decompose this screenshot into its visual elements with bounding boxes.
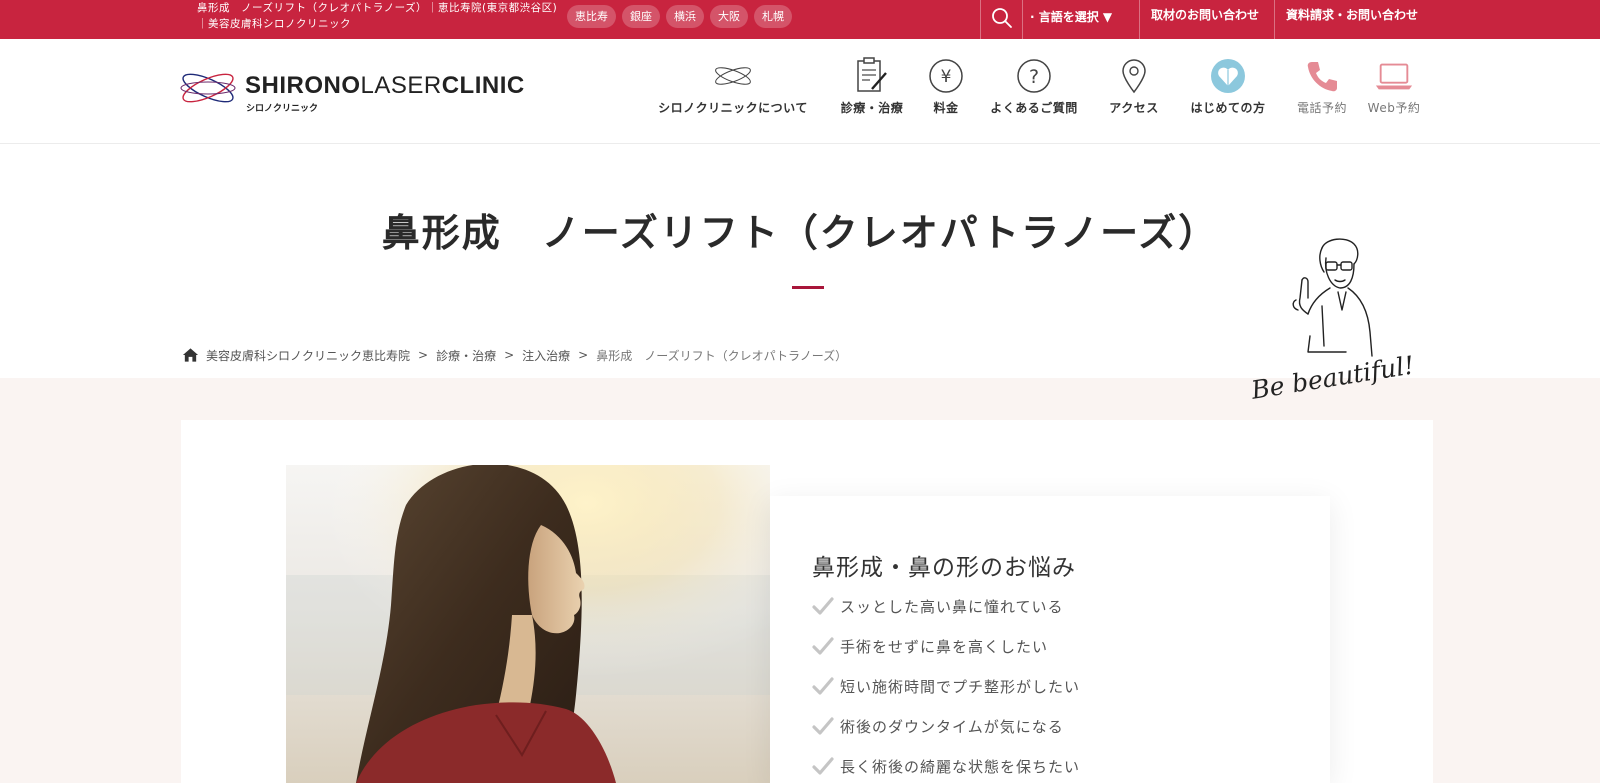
- home-icon[interactable]: [182, 347, 199, 363]
- concerns-title: 鼻形成・鼻の形のお悩み: [812, 555, 1076, 581]
- branch-sapporo[interactable]: 札幌: [754, 5, 792, 28]
- svg-text:?: ?: [1029, 66, 1039, 88]
- doctor-illustration: Be beautiful!: [1250, 238, 1416, 405]
- list-item: 短い施術時間でプチ整形がしたい: [812, 676, 1080, 716]
- check-icon: [812, 717, 834, 735]
- divider: [1022, 0, 1023, 39]
- breadcrumb-separator: >: [578, 348, 589, 362]
- branch-links: 恵比寿 銀座 横浜 大阪 札幌: [567, 5, 792, 28]
- mascot-caption: Be beautiful!: [1250, 350, 1416, 405]
- concerns-panel: 鼻形成・鼻の形のお悩み スッとした高い鼻に憧れている 手術をせずに鼻を高くしたい…: [770, 496, 1330, 783]
- nav-faq[interactable]: ? よくあるご質問: [990, 57, 1078, 119]
- nav-phone-label: 電話予約: [1296, 101, 1347, 115]
- concern-text: 手術をせずに鼻を高くしたい: [840, 638, 1049, 656]
- breadcrumb: 美容皮膚科シロノクリニック恵比寿院 > 診療・治療 > 注入治療 > 鼻形成 ノ…: [182, 346, 847, 364]
- check-icon: [812, 757, 834, 775]
- nav-faq-label: よくあるご質問: [990, 101, 1078, 115]
- concern-text: 短い施術時間でプチ整形がしたい: [840, 678, 1081, 696]
- document-request-link[interactable]: 資料請求・お問い合わせ: [1286, 0, 1418, 30]
- nav-price-label: 料金: [933, 101, 959, 115]
- hero-photo: [286, 465, 770, 783]
- branch-osaka[interactable]: 大阪: [710, 5, 748, 28]
- clinic-symbol-icon: [713, 57, 753, 95]
- svg-text:¥: ¥: [941, 67, 952, 87]
- nav-first-time-label: はじめての方: [1190, 101, 1266, 115]
- title-underline: [792, 286, 824, 289]
- breadcrumb-home[interactable]: 美容皮膚科シロノクリニック恵比寿院: [206, 347, 410, 364]
- divider: [980, 0, 981, 39]
- clipboard-pen-icon: [852, 57, 892, 95]
- press-inquiry-link[interactable]: 取材のお問い合わせ: [1151, 0, 1259, 30]
- nav-web-reservation[interactable]: Web予約: [1366, 57, 1422, 119]
- divider: [1274, 0, 1275, 39]
- nav-about-label: シロノクリニックについて: [658, 101, 808, 115]
- check-icon: [812, 597, 834, 615]
- clinic-symbol-icon: [180, 73, 236, 103]
- nav-price[interactable]: ¥ 料金: [926, 57, 966, 119]
- breadcrumb-current: 鼻形成 ノーズリフト（クレオパトラノーズ）: [596, 348, 848, 363]
- concern-text: 術後のダウンタイムが気になる: [840, 718, 1064, 736]
- list-item: 長く術後の綺麗な状態を保ちたい: [812, 756, 1080, 783]
- nav-access[interactable]: アクセス: [1106, 57, 1162, 119]
- nav-first-time[interactable]: はじめての方: [1188, 57, 1268, 119]
- clinic-logo[interactable]: SHIRONOLASERCLINIC シロノクリニック: [180, 68, 524, 118]
- breadcrumb-injection[interactable]: 注入治療: [522, 347, 570, 364]
- concerns-list: スッとした高い鼻に憧れている 手術をせずに鼻を高くしたい 短い施術時間でプチ整形…: [812, 596, 1080, 783]
- breadcrumb-separator: >: [504, 348, 515, 362]
- list-item: 手術をせずに鼻を高くしたい: [812, 636, 1080, 676]
- nav-about[interactable]: シロノクリニックについて: [658, 57, 808, 119]
- logo-wordmark: SHIRONOLASERCLINIC: [245, 72, 525, 99]
- branch-yokohama[interactable]: 横浜: [666, 5, 704, 28]
- top-bar: 鼻形成 ノーズリフト（クレオパトラノーズ）｜恵比寿院(東京都渋谷区)｜美容皮膚科…: [0, 0, 1600, 39]
- question-icon: ?: [1014, 57, 1054, 95]
- nav-phone-reservation[interactable]: 電話予約: [1294, 57, 1350, 119]
- divider: [1139, 0, 1140, 39]
- branch-ebisu[interactable]: 恵比寿: [567, 5, 616, 28]
- page-heading-small: 鼻形成 ノーズリフト（クレオパトラノーズ）｜恵比寿院(東京都渋谷区)｜美容皮膚科…: [197, 2, 558, 30]
- breadcrumb-treatment[interactable]: 診療・治療: [436, 347, 496, 364]
- yen-icon: ¥: [926, 57, 966, 95]
- concern-text: スッとした高い鼻に憧れている: [840, 598, 1064, 616]
- phone-icon: [1302, 57, 1342, 95]
- nav-web-label: Web予約: [1367, 101, 1421, 115]
- nav-access-label: アクセス: [1109, 101, 1159, 115]
- heart-badge-icon: [1208, 57, 1248, 95]
- check-icon: [812, 637, 834, 655]
- breadcrumb-separator: >: [418, 348, 429, 362]
- branch-ginza[interactable]: 銀座: [622, 5, 660, 28]
- language-select[interactable]: · 言語を選択 ▼: [1030, 0, 1112, 34]
- map-pin-icon: [1114, 57, 1154, 95]
- logo-subtitle: シロノクリニック: [246, 104, 319, 114]
- check-icon: [812, 677, 834, 695]
- laptop-icon: [1374, 57, 1414, 95]
- list-item: 術後のダウンタイムが気になる: [812, 716, 1080, 756]
- search-icon[interactable]: [990, 6, 1014, 30]
- site-header: SHIRONOLASERCLINIC シロノクリニック シロノクリニックについて…: [0, 39, 1600, 144]
- nav-treatment[interactable]: 診療・治療: [836, 57, 908, 119]
- list-item: スッとした高い鼻に憧れている: [812, 596, 1080, 636]
- concern-text: 長く術後の綺麗な状態を保ちたい: [840, 758, 1081, 776]
- nav-treatment-label: 診療・治療: [840, 101, 904, 115]
